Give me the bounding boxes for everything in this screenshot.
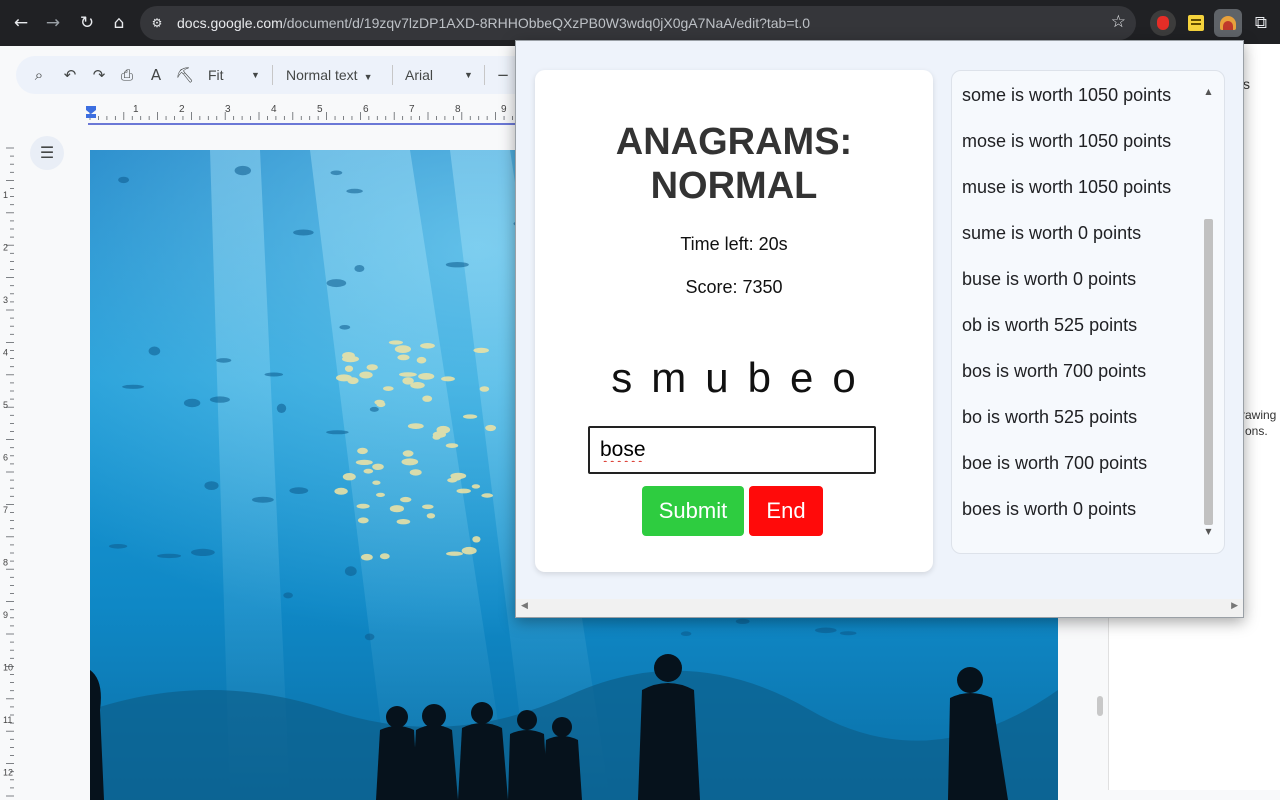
- toolbar-divider: [272, 65, 273, 85]
- decrease-font-size-icon[interactable]: −: [492, 64, 514, 86]
- font-chevron-down-icon[interactable]: ▼: [464, 64, 473, 86]
- svg-text:12: 12: [3, 768, 13, 778]
- extension-anagram-icon[interactable]: [1214, 9, 1242, 37]
- paragraph-style-select[interactable]: Normal text ▼: [286, 64, 373, 86]
- home-icon[interactable]: ⌂: [106, 10, 132, 36]
- svg-text:1: 1: [3, 190, 8, 200]
- font-value: Arial: [405, 67, 434, 83]
- paragraph-style-value: Normal text: [286, 67, 358, 83]
- submit-button[interactable]: Submit: [642, 486, 744, 536]
- score: Score: 7350: [685, 277, 783, 297]
- back-arrow-icon[interactable]: ←: [8, 10, 34, 36]
- svg-text:5: 5: [3, 400, 8, 410]
- forward-arrow-icon[interactable]: →: [40, 10, 66, 36]
- svg-text:6: 6: [363, 104, 369, 115]
- side-panel-text-top: s: [1243, 76, 1250, 92]
- zoom-chevron-down-icon[interactable]: ▼: [251, 64, 260, 86]
- site-settings-icon[interactable]: ⚙: [148, 14, 166, 32]
- word-input[interactable]: [588, 426, 876, 474]
- document-scrollbar[interactable]: [1097, 696, 1103, 716]
- svg-text:4: 4: [3, 348, 8, 358]
- list-item: bos is worth 700 points: [962, 361, 1147, 381]
- url-text[interactable]: docs.google.com/document/d/19zqv7lzDP1AX…: [177, 15, 810, 31]
- list-item: sume is worth 0 points: [962, 223, 1142, 243]
- list-item: boe is worth 700 points: [962, 453, 1148, 473]
- undo-icon[interactable]: ↶: [59, 64, 81, 86]
- svg-text:5: 5: [317, 104, 323, 115]
- word-history-list[interactable]: some is worth 1050 points mose is worth …: [951, 70, 1225, 554]
- vertical-ruler[interactable]: 123456789101112: [0, 140, 22, 800]
- history-scrollbar-thumb[interactable]: [1204, 219, 1213, 525]
- svg-text:11: 11: [3, 715, 12, 725]
- paint-format-icon[interactable]: ⛏: [174, 64, 196, 86]
- svg-text:9: 9: [3, 610, 8, 620]
- document-outline-icon[interactable]: ☰: [30, 136, 64, 170]
- docs-toolbar: ⌕ ↶ ↷ ⎙ A ⛏ Fit ▼ Normal text ▼ Arial ▼ −: [16, 56, 536, 94]
- svg-text:3: 3: [3, 295, 8, 305]
- spellcheck-icon[interactable]: A: [145, 64, 167, 86]
- extensions-puzzle-icon[interactable]: ⧉: [1248, 10, 1274, 36]
- scroll-right-arrow-icon[interactable]: ▶: [1231, 601, 1238, 611]
- svg-text:7: 7: [409, 104, 415, 115]
- zoom-value: Fit: [208, 67, 224, 83]
- list-item: mose is worth 1050 points: [962, 131, 1172, 151]
- game-title: ANAGRAMS: NORMAL: [615, 121, 853, 207]
- svg-text:1: 1: [133, 104, 139, 115]
- svg-text:2: 2: [179, 104, 185, 115]
- svg-text:2: 2: [3, 243, 8, 253]
- side-panel-text-line2: ons.: [1245, 424, 1268, 438]
- svg-text:7: 7: [3, 505, 8, 515]
- list-item: some is worth 1050 points: [962, 85, 1172, 105]
- redo-icon[interactable]: ↷: [88, 64, 110, 86]
- url-path: /document/d/19zqv7lzDP1AXD-8RHHObbeQXzPB…: [282, 15, 811, 31]
- extension-notes-icon[interactable]: [1183, 10, 1209, 36]
- anagrams-extension-popup: ANAGRAMS: NORMAL Time left: 20s Score: 7…: [515, 40, 1244, 618]
- style-chevron-down-icon: ▼: [363, 72, 373, 82]
- list-item: boes is worth 0 points: [962, 499, 1137, 519]
- scrambled-letters: smubeo: [611, 354, 875, 401]
- scroll-left-arrow-icon[interactable]: ◀: [521, 601, 528, 611]
- svg-text:10: 10: [3, 663, 13, 673]
- svg-text:8: 8: [455, 104, 461, 115]
- bookmark-star-icon[interactable]: ☆: [1111, 12, 1126, 32]
- scroll-up-arrow-icon[interactable]: ▲: [1204, 87, 1213, 96]
- list-item: ob is worth 525 points: [962, 315, 1138, 335]
- list-item: bo is worth 525 points: [962, 407, 1138, 427]
- horizontal-ruler[interactable]: 1 2 3 4 5 6 7 8 9: [86, 100, 516, 126]
- svg-text:4: 4: [271, 104, 277, 115]
- end-button[interactable]: End: [749, 486, 823, 536]
- url-host: docs.google.com: [177, 15, 283, 31]
- address-bar[interactable]: ⚙ docs.google.com/document/d/19zqv7lzDP1…: [140, 6, 1136, 40]
- print-icon[interactable]: ⎙: [116, 64, 138, 86]
- popup-horizontal-scrollbar[interactable]: ◀ ▶: [516, 599, 1243, 617]
- scroll-down-arrow-icon[interactable]: ▼: [1204, 527, 1213, 536]
- game-panel: ANAGRAMS: NORMAL Time left: 20s Score: 7…: [535, 70, 933, 572]
- side-panel-text-line1: rawing: [1241, 408, 1277, 422]
- svg-text:9: 9: [501, 104, 507, 115]
- search-menus-icon[interactable]: ⌕: [28, 64, 50, 86]
- toolbar-divider: [484, 65, 485, 85]
- reload-icon[interactable]: ↻: [74, 10, 100, 36]
- svg-text:6: 6: [3, 453, 8, 463]
- extension-shield-icon[interactable]: [1150, 10, 1176, 36]
- list-item: muse is worth 1050 points: [962, 177, 1172, 197]
- list-item: buse is worth 0 points: [962, 269, 1137, 289]
- time-left: Time left: 20s: [680, 234, 788, 254]
- toolbar-divider: [392, 65, 393, 85]
- svg-text:3: 3: [225, 104, 231, 115]
- svg-text:8: 8: [3, 558, 8, 568]
